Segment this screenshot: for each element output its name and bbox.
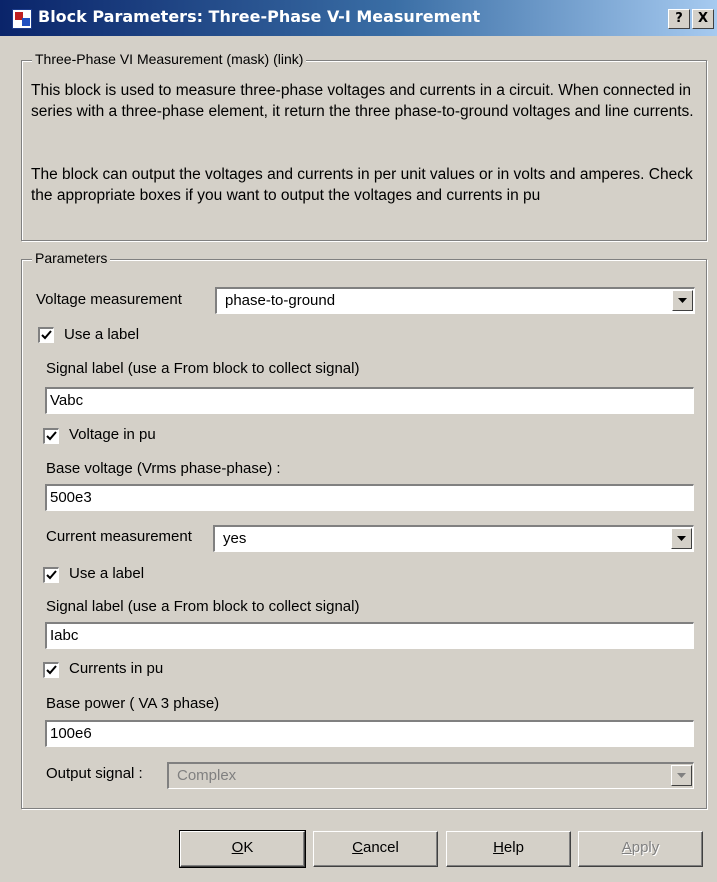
current-signal-label-caption: Signal label (use a From block to collec… — [46, 598, 360, 615]
title-bar[interactable]: Block Parameters: Three-Phase V-I Measur… — [0, 0, 717, 36]
voltage-measurement-value: phase-to-ground — [225, 292, 336, 309]
cancel-mnemonic: C — [352, 839, 363, 856]
current-measurement-label: Current measurement — [46, 528, 192, 545]
cancel-rest: ancel — [362, 839, 399, 856]
base-voltage-input[interactable]: 500e3 — [45, 484, 694, 511]
close-title-button[interactable]: X — [692, 9, 714, 29]
ok-mnemonic: O — [231, 839, 244, 856]
currents-in-pu-checkbox[interactable] — [43, 662, 59, 678]
parameters-group-title: Parameters — [32, 250, 111, 266]
window-title: Block Parameters: Three-Phase V-I Measur… — [38, 7, 481, 26]
voltage-signal-label-caption: Signal label (use a From block to collec… — [46, 360, 360, 377]
apply-button[interactable]: Apply — [578, 831, 703, 867]
cancel-button[interactable]: Cancel — [313, 831, 438, 867]
simulink-block-icon — [12, 9, 32, 29]
voltage-measurement-select[interactable]: phase-to-ground — [215, 287, 695, 314]
current-use-label-text: Use a label — [69, 565, 145, 582]
currents-in-pu-label: Currents in pu — [69, 660, 164, 677]
voltage-in-pu-checkbox[interactable] — [43, 428, 59, 444]
base-power-label: Base power ( VA 3 phase) — [46, 695, 220, 712]
chevron-down-icon[interactable] — [672, 290, 693, 311]
current-use-label-checkbox[interactable] — [43, 567, 59, 583]
output-signal-label: Output signal : — [46, 765, 143, 782]
help-rest: elp — [503, 839, 524, 856]
help-button[interactable]: Help — [446, 831, 571, 867]
base-voltage-label: Base voltage (Vrms phase-phase) : — [46, 460, 281, 477]
current-measurement-value: yes — [223, 530, 247, 547]
output-signal-select[interactable]: Complex — [167, 762, 694, 789]
description-group-title: Three-Phase VI Measurement (mask) (link) — [32, 51, 307, 67]
help-title-button[interactable]: ? — [668, 9, 690, 29]
current-measurement-select[interactable]: yes — [213, 525, 694, 552]
voltage-signal-label-input[interactable]: Vabc — [45, 387, 694, 414]
voltage-use-label-checkbox[interactable] — [38, 327, 54, 343]
chevron-down-icon[interactable] — [671, 528, 692, 549]
chevron-down-icon[interactable] — [671, 765, 692, 786]
apply-mnemonic: A — [621, 839, 632, 856]
ok-rest: K — [243, 839, 254, 856]
description-paragraph-2: The block can output the voltages and cu… — [31, 166, 693, 204]
output-signal-value: Complex — [177, 767, 237, 784]
base-power-input[interactable]: 100e6 — [45, 720, 694, 747]
apply-rest: pply — [631, 839, 660, 856]
ok-button[interactable]: OK — [179, 830, 306, 868]
voltage-use-label-text: Use a label — [64, 326, 140, 343]
voltage-in-pu-label: Voltage in pu — [69, 426, 156, 443]
current-signal-label-input[interactable]: Iabc — [45, 622, 694, 649]
description-paragraph-1: This block is used to measure three-phas… — [31, 82, 694, 120]
help-mnemonic: H — [493, 839, 504, 856]
voltage-measurement-label: Voltage measurement — [36, 291, 182, 308]
block-parameters-dialog: Block Parameters: Three-Phase V-I Measur… — [0, 0, 717, 882]
